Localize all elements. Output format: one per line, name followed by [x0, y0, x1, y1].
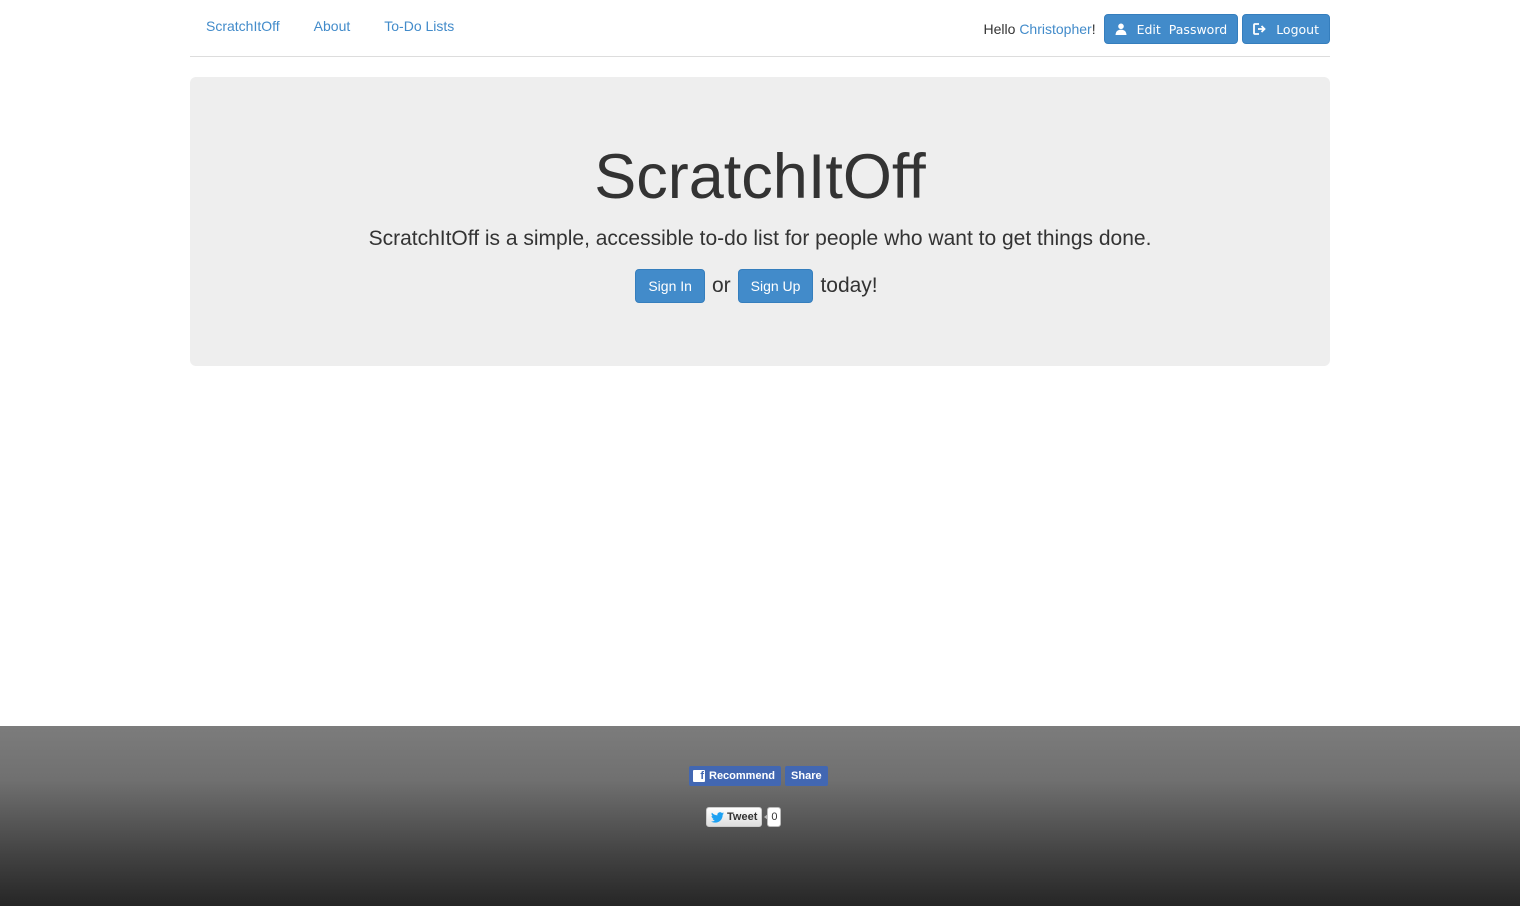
- nav-link-home[interactable]: ScratchItOff: [206, 18, 280, 34]
- tweet-count: 0: [764, 807, 782, 827]
- facebook-recommend-button[interactable]: f Recommend: [689, 766, 782, 786]
- top-navbar: ScratchItOff About To-Do Lists Hello Chr…: [190, 0, 1330, 57]
- nav-link-todo-lists[interactable]: To-Do Lists: [384, 18, 454, 34]
- greeting-suffix: !: [1091, 21, 1096, 37]
- user-greeting: Hello Christopher!: [984, 21, 1096, 37]
- greeting-prefix: Hello: [983, 21, 1020, 37]
- footer: f Recommend Share Tweet 0: [0, 726, 1520, 906]
- nav-user-area: Hello Christopher! Edit Password Logout: [984, 14, 1330, 44]
- today-text: today!: [820, 274, 878, 297]
- tweet-button[interactable]: Tweet: [706, 807, 763, 827]
- share-label: Share: [791, 770, 822, 782]
- nav-link-about[interactable]: About: [314, 18, 351, 34]
- hero-lead: ScratchItOff is a simple, accessible to-…: [368, 227, 1152, 250]
- or-text: or: [711, 274, 731, 297]
- user-icon: [1115, 23, 1127, 35]
- hero-cta: Sign In or Sign Up today!: [190, 269, 1330, 303]
- facebook-buttons: f Recommend Share: [689, 766, 828, 786]
- edit-password-button[interactable]: Edit Password: [1103, 14, 1239, 44]
- facebook-share-button[interactable]: Share: [785, 766, 828, 786]
- twitter-bird-icon: [711, 811, 724, 823]
- hero-title: ScratchItOff: [594, 142, 926, 212]
- edit-password-word2: Password: [1168, 21, 1228, 37]
- sign-in-button[interactable]: Sign In: [635, 269, 705, 303]
- logout-icon: [1253, 23, 1266, 35]
- user-name-link[interactable]: Christopher: [1019, 21, 1091, 37]
- edit-password-word1: Edit: [1136, 21, 1161, 37]
- facebook-icon: f: [693, 770, 705, 782]
- sign-up-button[interactable]: Sign Up: [737, 269, 814, 303]
- logout-label: Logout: [1276, 21, 1319, 37]
- nav-links: ScratchItOff About To-Do Lists: [206, 18, 488, 34]
- twitter-widget: Tweet 0: [706, 807, 782, 827]
- recommend-label: Recommend: [709, 770, 776, 782]
- hero-jumbotron: ScratchItOff ScratchItOff is a simple, a…: [190, 77, 1330, 366]
- tweet-label: Tweet: [727, 811, 758, 823]
- logout-button[interactable]: Logout: [1242, 14, 1330, 44]
